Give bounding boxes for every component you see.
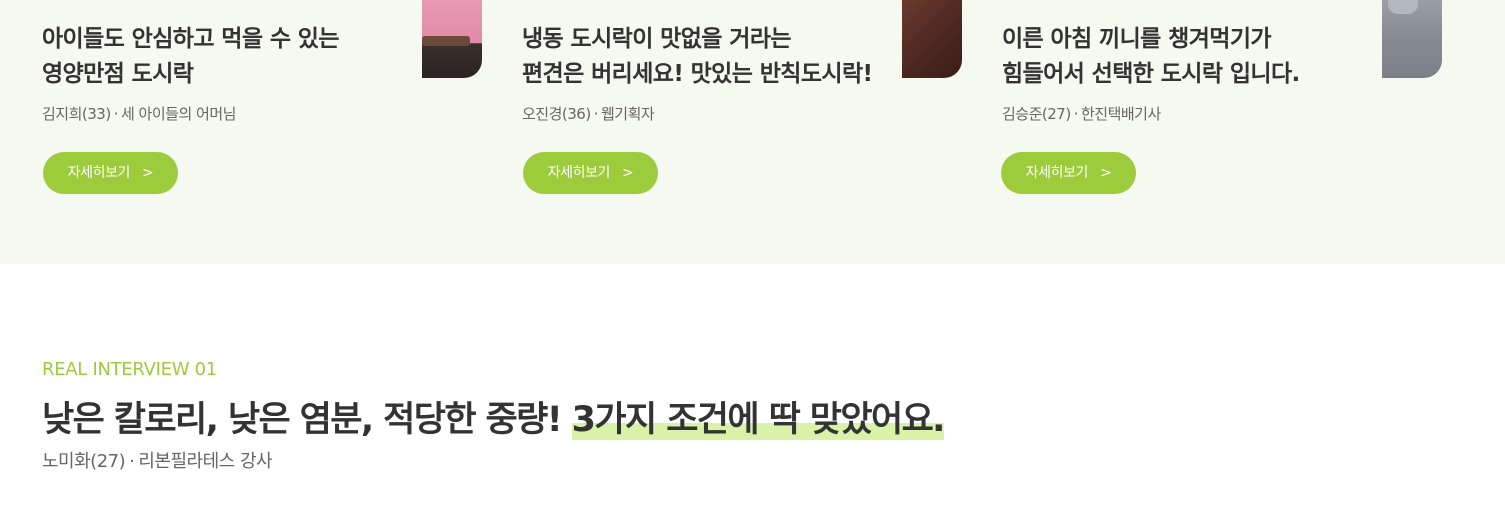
interview-headline: 낮은 칼로리, 낮은 염분, 적당한 중량! 3가지 조건에 딱 맞았어요.	[42, 397, 1442, 443]
detail-button-label: 자세히보기	[1025, 165, 1089, 181]
chevron-right-icon: >	[142, 165, 154, 181]
review-title: 냉동 도시락이 맛없을 거라는 편견은 버리세요! 맛있는 반칙도시락!	[522, 26, 873, 87]
separator-dot: ·	[1073, 105, 1079, 123]
review-title: 아이들도 안심하고 먹을 수 있는 영양만점 도시락	[42, 26, 340, 87]
author-role: 웹기획자	[600, 105, 655, 123]
separator-dot: ·	[113, 105, 119, 123]
interview-section: REAL INTERVIEW 01 낮은 칼로리, 낮은 염분, 적당한 중량!…	[42, 355, 1442, 477]
author-role: 리본필라테스 강사	[138, 451, 273, 472]
interview-label: REAL INTERVIEW 01	[42, 359, 217, 380]
review-photo	[1382, 0, 1442, 78]
chevron-right-icon: >	[1100, 165, 1112, 181]
detail-button-label: 자세히보기	[67, 165, 131, 181]
review-author: 김승준(27) · 한진택배기사	[1002, 103, 1161, 124]
review-author: 오진경(36) · 웹기획자	[522, 103, 655, 124]
photo-corner	[1352, 0, 1382, 78]
author-name: 오진경(36)	[522, 105, 591, 123]
detail-button[interactable]: 자세히보기 >	[523, 152, 658, 194]
detail-button[interactable]: 자세히보기 >	[1001, 152, 1136, 194]
chevron-right-icon: >	[622, 165, 634, 181]
detail-button-label: 자세히보기	[547, 165, 611, 181]
review-card: 냉동 도시락이 맛없을 거라는 편견은 버리세요! 맛있는 반칙도시락! 오진경…	[522, 0, 962, 264]
separator-dot: ·	[593, 105, 599, 123]
photo-corner	[392, 0, 422, 78]
interview-author: 노미화(27) · 리본필라테스 강사	[42, 447, 1442, 477]
separator-dot: ·	[129, 451, 135, 472]
photo-corner	[872, 0, 902, 78]
author-name: 김지희(33)	[42, 105, 111, 123]
author-role: 세 아이들의 어머님	[120, 105, 236, 123]
author-name: 노미화(27)	[42, 451, 126, 472]
review-title: 이른 아침 끼니를 챙겨먹기가 힘들어서 선택한 도시락 입니다.	[1002, 26, 1300, 87]
review-photo	[902, 0, 962, 78]
author-name: 김승준(27)	[1002, 105, 1071, 123]
reviews-section: 아이들도 안심하고 먹을 수 있는 영양만점 도시락 김지희(33) · 세 아이들…	[0, 0, 1505, 264]
review-author: 김지희(33) · 세 아이들의 어머님	[42, 103, 236, 124]
review-card: 아이들도 안심하고 먹을 수 있는 영양만점 도시락 김지희(33) · 세 아이들…	[42, 0, 482, 264]
author-role: 한진택배기사	[1080, 105, 1161, 123]
review-card: 이른 아침 끼니를 챙겨먹기가 힘들어서 선택한 도시락 입니다. 김승준(27…	[1001, 0, 1442, 264]
detail-button[interactable]: 자세히보기 >	[43, 152, 178, 194]
review-photo	[422, 0, 482, 78]
headline-highlight: 3가지 조건에 딱 맞았어요.	[571, 400, 945, 440]
headline-text: 낮은 칼로리, 낮은 염분, 적당한 중량!	[42, 400, 572, 440]
